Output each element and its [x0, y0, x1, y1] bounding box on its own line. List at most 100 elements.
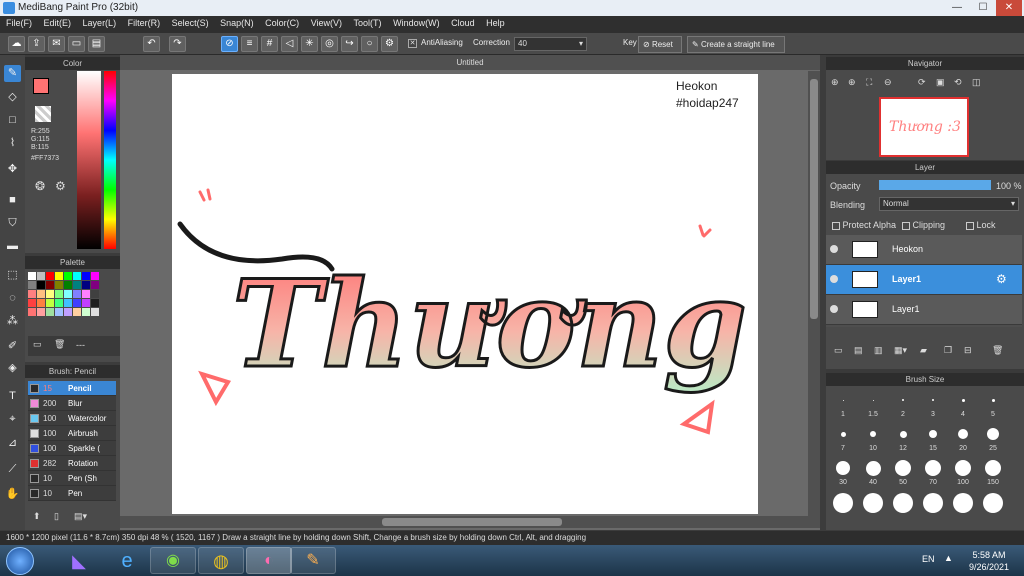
- brush-size-cell[interactable]: 3: [919, 389, 947, 421]
- menu-layer[interactable]: Layer(L): [77, 16, 117, 28]
- palette-swatch[interactable]: [73, 308, 81, 316]
- delete-palette-icon[interactable]: 🗑: [54, 339, 65, 350]
- cloud-icon[interactable]: ☁: [8, 36, 25, 52]
- zoom-icon[interactable]: ⊕: [848, 77, 856, 88]
- hue-bar[interactable]: [104, 71, 116, 249]
- chrome-icon[interactable]: ◍: [198, 547, 244, 574]
- transparent-color-swatch[interactable]: [35, 106, 51, 122]
- brush-item[interactable]: 10 Pen (Sh: [28, 471, 116, 486]
- app-green-icon[interactable]: ◉: [150, 547, 196, 574]
- brush-size-cell[interactable]: [889, 491, 917, 523]
- opacity-slider[interactable]: [879, 180, 991, 190]
- palette-swatch[interactable]: [37, 308, 45, 316]
- palette-swatch[interactable]: [73, 290, 81, 298]
- clipping-checkbox[interactable]: [902, 221, 910, 230]
- new-layer-menu-icon[interactable]: ▦▾: [894, 345, 907, 356]
- menu-window[interactable]: Window(W): [387, 16, 440, 28]
- primary-color-swatch[interactable]: [33, 78, 49, 94]
- undo-icon[interactable]: ↶: [143, 36, 160, 52]
- brush-size-cell[interactable]: [829, 491, 857, 523]
- brush-size-cell[interactable]: 1.5: [859, 389, 887, 421]
- minimize-button[interactable]: —: [944, 0, 970, 16]
- brush-size-cell[interactable]: [949, 491, 977, 523]
- zoom-in-icon[interactable]: ⊕: [831, 77, 839, 88]
- brush-item[interactable]: 100 Watercolor: [28, 411, 116, 426]
- palette-swatch[interactable]: [91, 272, 99, 280]
- palette-swatch[interactable]: [91, 308, 99, 316]
- menu-file[interactable]: File(F): [0, 16, 32, 28]
- canvas-hscroll-thumb[interactable]: [382, 518, 562, 526]
- palette-swatch[interactable]: [91, 281, 99, 289]
- divide-frame-tool-icon[interactable]: ⟋: [4, 461, 21, 478]
- palette-swatch[interactable]: [28, 272, 36, 280]
- brush-size-cell[interactable]: 100: [949, 457, 977, 489]
- merge-layer-icon[interactable]: ⊟: [964, 345, 972, 356]
- layer-row[interactable]: Layer1 ⚙: [826, 265, 1022, 295]
- tray-arrow-icon[interactable]: ▲: [944, 553, 953, 563]
- canvas-vscroll-thumb[interactable]: [810, 79, 818, 319]
- lock-option[interactable]: Lock: [966, 220, 996, 230]
- create-straight-line-button[interactable]: ✎ Create a straight line: [687, 36, 785, 53]
- palette-swatch[interactable]: [46, 290, 54, 298]
- palette-swatch[interactable]: [73, 272, 81, 280]
- brush-item[interactable]: 200 Blur: [28, 396, 116, 411]
- brush-size-cell[interactable]: 12: [889, 423, 917, 455]
- brush-size-cell[interactable]: 30: [829, 457, 857, 489]
- eye-icon[interactable]: [830, 305, 838, 313]
- internet-explorer-icon[interactable]: e: [104, 547, 150, 574]
- brush-size-cell[interactable]: 5: [979, 389, 1007, 421]
- paint-icon[interactable]: ✎: [290, 547, 336, 574]
- correction-dropdown[interactable]: 40 ▾: [514, 37, 587, 51]
- ellipse-snap-icon[interactable]: ○: [361, 36, 378, 52]
- palette-swatch[interactable]: [64, 290, 72, 298]
- perspective-snap-icon[interactable]: ◁: [281, 36, 298, 52]
- layer-settings-icon[interactable]: ⚙: [996, 272, 1007, 286]
- new-file-icon[interactable]: ▭: [68, 36, 85, 52]
- canvas-tab[interactable]: Untitled: [120, 55, 820, 70]
- brush-size-cell[interactable]: 150: [979, 457, 1007, 489]
- redo-icon[interactable]: ↷: [169, 36, 186, 52]
- menu-help[interactable]: Help: [480, 16, 505, 28]
- palette-swatch[interactable]: [28, 308, 36, 316]
- text-tool-icon[interactable]: T: [4, 388, 21, 405]
- palette-swatch[interactable]: [64, 299, 72, 307]
- palette-swatch[interactable]: [37, 299, 45, 307]
- zoom-out-icon[interactable]: ⊖: [884, 77, 892, 88]
- palette-swatch[interactable]: [64, 281, 72, 289]
- eye-icon[interactable]: [830, 275, 838, 283]
- language-indicator[interactable]: EN: [922, 554, 935, 564]
- brush-item[interactable]: 100 Sparkle (: [28, 441, 116, 456]
- maximize-button[interactable]: ☐: [970, 0, 996, 16]
- palette-swatch[interactable]: [46, 281, 54, 289]
- close-button[interactable]: ✕: [996, 0, 1022, 16]
- magic-wand-tool-icon[interactable]: ⁂: [4, 313, 21, 330]
- new-palette-icon[interactable]: ▭: [33, 339, 42, 350]
- brush-page-icon[interactable]: ▯: [54, 511, 59, 522]
- curve-snap-icon[interactable]: ↪: [341, 36, 358, 52]
- canvas-hscroll[interactable]: [120, 516, 820, 528]
- menu-edit[interactable]: Edit(E): [38, 16, 72, 28]
- brush-tool-icon[interactable]: ✎: [4, 65, 21, 82]
- brush-size-cell[interactable]: 10: [859, 423, 887, 455]
- blending-dropdown[interactable]: Normal ▾: [879, 197, 1019, 211]
- palette-swatch[interactable]: [82, 308, 90, 316]
- palette-swatch[interactable]: [82, 272, 90, 280]
- brush-size-cell[interactable]: 7: [829, 423, 857, 455]
- brush-size-cell[interactable]: [919, 491, 947, 523]
- palette-swatch[interactable]: [37, 290, 45, 298]
- palette-swatch[interactable]: [55, 281, 63, 289]
- brush-size-cell[interactable]: 1: [829, 389, 857, 421]
- move-tool-icon[interactable]: ✥: [4, 161, 21, 178]
- snap-settings-icon[interactable]: ⚙: [381, 36, 398, 52]
- palette-swatch[interactable]: [82, 299, 90, 307]
- antialiasing-checkbox[interactable]: ✕: [408, 39, 417, 48]
- start-button[interactable]: [6, 547, 34, 575]
- bucket-tool-icon[interactable]: ⛉: [4, 215, 21, 232]
- save-icon[interactable]: ▤: [88, 36, 105, 52]
- brush-size-cell[interactable]: 25: [979, 423, 1007, 455]
- menu-snap[interactable]: Snap(N): [214, 16, 254, 28]
- lasso-tool-icon[interactable]: ◌: [4, 290, 21, 307]
- folder-icon[interactable]: ▰: [920, 345, 927, 356]
- palette-swatch[interactable]: [46, 308, 54, 316]
- duplicate-layer-icon[interactable]: ❐: [944, 345, 952, 356]
